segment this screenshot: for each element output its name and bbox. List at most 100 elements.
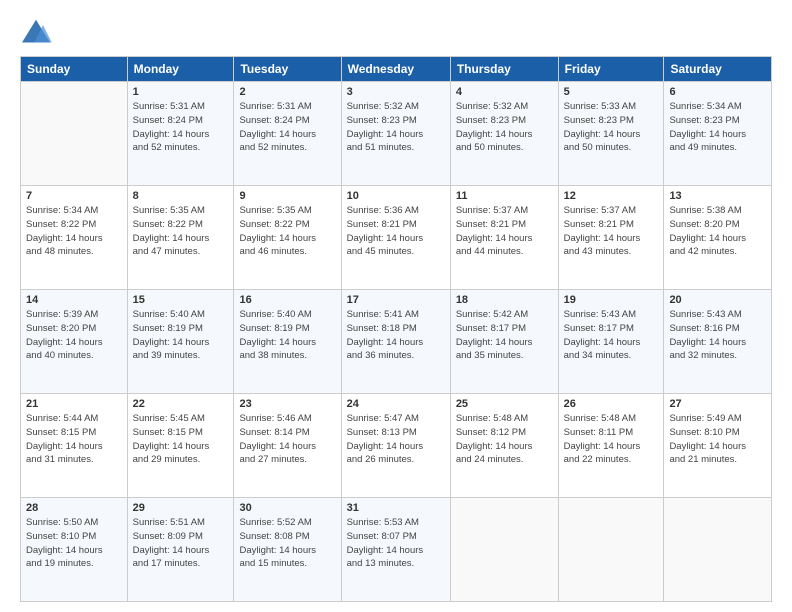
- calendar-day-header: Friday: [558, 57, 664, 82]
- calendar-cell: 23Sunrise: 5:46 AMSunset: 8:14 PMDayligh…: [234, 394, 341, 498]
- day-info: Sunrise: 5:40 AMSunset: 8:19 PMDaylight:…: [239, 308, 335, 363]
- calendar-cell: 26Sunrise: 5:48 AMSunset: 8:11 PMDayligh…: [558, 394, 664, 498]
- calendar-cell: 24 Sunrise: 5:47 AMSunset: 8:13 PMDayligh…: [341, 394, 450, 498]
- day-info: Sunrise: 5:44 AMSunset: 8:15 PMDaylight:…: [26, 412, 122, 467]
- calendar-week-row: 28 Sunrise: 5:50 AMSunset: 8:10 PMDayligh…: [21, 498, 772, 602]
- calendar-cell: 28 Sunrise: 5:50 AMSunset: 8:10 PMDayligh…: [21, 498, 128, 602]
- day-number: 16: [239, 294, 335, 306]
- calendar-cell: 27 Sunrise: 5:49 AMSunset: 8:10 PMDayligh…: [664, 394, 772, 498]
- calendar-cell: 15 Sunrise: 5:40 AMSunset: 8:19 PMDayligh…: [127, 290, 234, 394]
- day-number: 1: [133, 86, 229, 98]
- calendar-cell: 19 Sunrise: 5:43 AMSunset: 8:17 PMDayligh…: [558, 290, 664, 394]
- day-info: Sunrise: 5:36 AMSunset: 8:21 PMDaylight:…: [347, 204, 445, 259]
- day-info: Sunrise: 5:43 AMSunset: 8:17 PMDaylight:…: [564, 308, 659, 363]
- logo: [20, 18, 56, 46]
- day-info: Sunrise: 5:35 AMSunset: 8:22 PMDaylight:…: [239, 204, 335, 259]
- day-info: Sunrise: 5:34 AMSunset: 8:23 PMDaylight:…: [669, 100, 766, 155]
- day-number: 30: [239, 502, 335, 514]
- calendar-cell: 3Sunrise: 5:32 AMSunset: 8:23 PMDaylight…: [341, 82, 450, 186]
- day-number: 12: [564, 190, 659, 202]
- calendar-day-header: Tuesday: [234, 57, 341, 82]
- calendar-cell: 4Sunrise: 5:32 AMSunset: 8:23 PMDaylight…: [450, 82, 558, 186]
- calendar-cell: 29 Sunrise: 5:51 AMSunset: 8:09 PMDayligh…: [127, 498, 234, 602]
- day-number: 6: [669, 86, 766, 98]
- calendar-cell: 8 Sunrise: 5:35 AMSunset: 8:22 PMDaylight…: [127, 186, 234, 290]
- calendar-cell: [21, 82, 128, 186]
- day-info: Sunrise: 5:45 AMSunset: 8:15 PMDaylight:…: [133, 412, 229, 467]
- day-info: Sunrise: 5:35 AMSunset: 8:22 PMDaylight:…: [133, 204, 229, 259]
- calendar-cell: 30 Sunrise: 5:52 AMSunset: 8:08 PMDayligh…: [234, 498, 341, 602]
- day-number: 10: [347, 190, 445, 202]
- day-info: Sunrise: 5:42 AMSunset: 8:17 PMDaylight:…: [456, 308, 553, 363]
- calendar-cell: 10 Sunrise: 5:36 AMSunset: 8:21 PMDayligh…: [341, 186, 450, 290]
- day-info: Sunrise: 5:32 AMSunset: 8:23 PMDaylight:…: [347, 100, 445, 155]
- day-number: 24: [347, 398, 445, 410]
- calendar-header-row: SundayMondayTuesdayWednesdayThursdayFrid…: [21, 57, 772, 82]
- calendar-cell: 17Sunrise: 5:41 AMSunset: 8:18 PMDayligh…: [341, 290, 450, 394]
- day-info: Sunrise: 5:51 AMSunset: 8:09 PMDaylight:…: [133, 516, 229, 571]
- calendar-week-row: 1 Sunrise: 5:31 AMSunset: 8:24 PMDaylight…: [21, 82, 772, 186]
- calendar-cell: 31 Sunrise: 5:53 AMSunset: 8:07 PMDayligh…: [341, 498, 450, 602]
- day-number: 23: [239, 398, 335, 410]
- calendar-cell: 21 Sunrise: 5:44 AMSunset: 8:15 PMDayligh…: [21, 394, 128, 498]
- day-info: Sunrise: 5:32 AMSunset: 8:23 PMDaylight:…: [456, 100, 553, 155]
- day-number: 19: [564, 294, 659, 306]
- day-info: Sunrise: 5:53 AMSunset: 8:07 PMDaylight:…: [347, 516, 445, 571]
- calendar-cell: 22 Sunrise: 5:45 AMSunset: 8:15 PMDayligh…: [127, 394, 234, 498]
- day-number: 15: [133, 294, 229, 306]
- calendar-cell: [558, 498, 664, 602]
- header: [20, 18, 772, 46]
- calendar-cell: 12 Sunrise: 5:37 AMSunset: 8:21 PMDayligh…: [558, 186, 664, 290]
- day-number: 8: [133, 190, 229, 202]
- calendar-week-row: 21 Sunrise: 5:44 AMSunset: 8:15 PMDayligh…: [21, 394, 772, 498]
- calendar-cell: 1 Sunrise: 5:31 AMSunset: 8:24 PMDaylight…: [127, 82, 234, 186]
- day-info: Sunrise: 5:37 AMSunset: 8:21 PMDaylight:…: [564, 204, 659, 259]
- day-number: 9: [239, 190, 335, 202]
- day-info: Sunrise: 5:31 AMSunset: 8:24 PMDaylight:…: [133, 100, 229, 155]
- calendar-cell: 5 Sunrise: 5:33 AMSunset: 8:23 PMDaylight…: [558, 82, 664, 186]
- day-number: 11: [456, 190, 553, 202]
- day-info: Sunrise: 5:31 AMSunset: 8:24 PMDaylight:…: [239, 100, 335, 155]
- day-number: 29: [133, 502, 229, 514]
- day-number: 31: [347, 502, 445, 514]
- day-info: Sunrise: 5:52 AMSunset: 8:08 PMDaylight:…: [239, 516, 335, 571]
- day-number: 27: [669, 398, 766, 410]
- calendar-cell: 6 Sunrise: 5:34 AMSunset: 8:23 PMDaylight…: [664, 82, 772, 186]
- day-info: Sunrise: 5:38 AMSunset: 8:20 PMDaylight:…: [669, 204, 766, 259]
- day-number: 28: [26, 502, 122, 514]
- day-info: Sunrise: 5:37 AMSunset: 8:21 PMDaylight:…: [456, 204, 553, 259]
- day-number: 22: [133, 398, 229, 410]
- calendar-cell: 16 Sunrise: 5:40 AMSunset: 8:19 PMDayligh…: [234, 290, 341, 394]
- day-info: Sunrise: 5:40 AMSunset: 8:19 PMDaylight:…: [133, 308, 229, 363]
- day-info: Sunrise: 5:47 AMSunset: 8:13 PMDaylight:…: [347, 412, 445, 467]
- calendar-cell: 9 Sunrise: 5:35 AMSunset: 8:22 PMDaylight…: [234, 186, 341, 290]
- day-number: 20: [669, 294, 766, 306]
- calendar-cell: 25 Sunrise: 5:48 AMSunset: 8:12 PMDayligh…: [450, 394, 558, 498]
- day-number: 25: [456, 398, 553, 410]
- calendar-day-header: Saturday: [664, 57, 772, 82]
- calendar-cell: [664, 498, 772, 602]
- calendar-cell: 11 Sunrise: 5:37 AMSunset: 8:21 PMDayligh…: [450, 186, 558, 290]
- calendar-cell: [450, 498, 558, 602]
- calendar-week-row: 7 Sunrise: 5:34 AMSunset: 8:22 PMDaylight…: [21, 186, 772, 290]
- calendar-cell: 7 Sunrise: 5:34 AMSunset: 8:22 PMDaylight…: [21, 186, 128, 290]
- day-number: 5: [564, 86, 659, 98]
- day-info: Sunrise: 5:34 AMSunset: 8:22 PMDaylight:…: [26, 204, 122, 259]
- day-info: Sunrise: 5:49 AMSunset: 8:10 PMDaylight:…: [669, 412, 766, 467]
- day-info: Sunrise: 5:33 AMSunset: 8:23 PMDaylight:…: [564, 100, 659, 155]
- day-number: 7: [26, 190, 122, 202]
- day-number: 18: [456, 294, 553, 306]
- day-info: Sunrise: 5:39 AMSunset: 8:20 PMDaylight:…: [26, 308, 122, 363]
- calendar-cell: 14 Sunrise: 5:39 AMSunset: 8:20 PMDayligh…: [21, 290, 128, 394]
- calendar-day-header: Wednesday: [341, 57, 450, 82]
- day-number: 21: [26, 398, 122, 410]
- day-info: Sunrise: 5:48 AMSunset: 8:12 PMDaylight:…: [456, 412, 553, 467]
- day-info: Sunrise: 5:50 AMSunset: 8:10 PMDaylight:…: [26, 516, 122, 571]
- calendar-table: SundayMondayTuesdayWednesdayThursdayFrid…: [20, 56, 772, 602]
- day-number: 2: [239, 86, 335, 98]
- day-number: 14: [26, 294, 122, 306]
- calendar-cell: 18 Sunrise: 5:42 AMSunset: 8:17 PMDayligh…: [450, 290, 558, 394]
- day-info: Sunrise: 5:48 AMSunset: 8:11 PMDaylight:…: [564, 412, 659, 467]
- calendar-cell: 13Sunrise: 5:38 AMSunset: 8:20 PMDayligh…: [664, 186, 772, 290]
- page: SundayMondayTuesdayWednesdayThursdayFrid…: [0, 0, 792, 612]
